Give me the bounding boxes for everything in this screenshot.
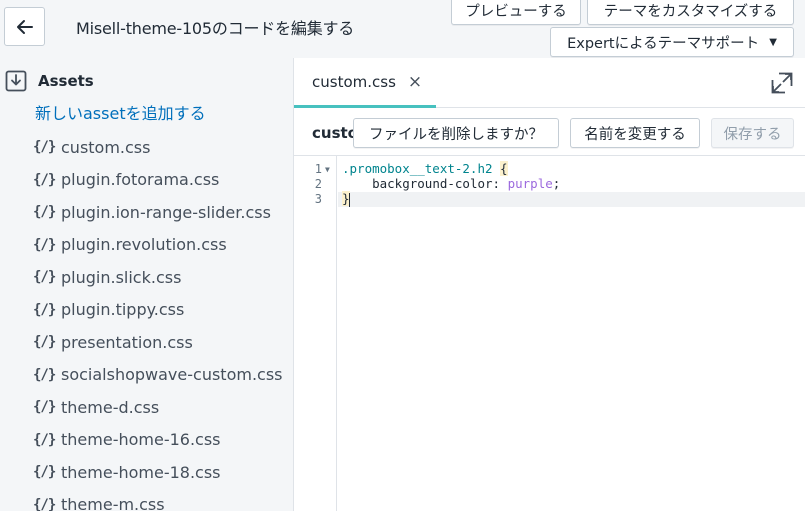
page-title: Misell-theme-105のコードを編集する	[76, 19, 355, 38]
delete-file-button[interactable]: ファイルを削除しますか？	[353, 118, 559, 148]
css-selector: .promobox__text-2.h2	[342, 161, 493, 176]
file-item[interactable]: {/} theme-d.css	[33, 391, 283, 424]
text-cursor	[348, 192, 350, 207]
code-area[interactable]: 1 ▼ 2 3 .promobox__text-2.h2 { backgroun…	[294, 156, 805, 511]
code-file-icon: {/}	[33, 171, 56, 188]
file-item[interactable]: {/} theme-m.css	[33, 489, 283, 511]
file-name: plugin.fotorama.css	[61, 170, 220, 190]
file-item[interactable]: {/} plugin.slick.css	[33, 261, 283, 294]
css-colon: :	[492, 176, 508, 191]
code-file-icon: {/}	[33, 236, 56, 253]
top-header: Misell-theme-105のコードを編集する プレビューする テーマをカス…	[0, 0, 805, 58]
expert-support-label: Expertによるテーマサポート	[567, 35, 760, 52]
code-file-icon: {/}	[33, 139, 56, 156]
back-button[interactable]	[4, 7, 45, 46]
active-line-highlight	[338, 192, 805, 207]
rename-button[interactable]: 名前を変更する	[570, 118, 700, 148]
expert-support-dropdown[interactable]: Expertによるテーマサポート ▼	[550, 27, 794, 57]
line-gutter: 1 ▼ 2 3	[294, 156, 337, 511]
line-number: 2	[314, 177, 322, 191]
editor-tab-bar: custom.css ×	[294, 58, 805, 108]
customize-theme-button[interactable]: テーマをカスタマイズする	[587, 0, 794, 25]
code-file-icon: {/}	[33, 399, 56, 416]
code-editor-panel: custom.css × custom.css ファイルを削除しますか？ 名前を…	[294, 58, 805, 511]
code-file-icon: {/}	[33, 301, 56, 318]
save-button[interactable]: 保存する	[711, 118, 794, 148]
line-number: 1	[314, 162, 322, 176]
assets-folder-header[interactable]: Assets	[5, 70, 94, 92]
editor-toolbar: custom.css ファイルを削除しますか？ 名前を変更する 保存する	[294, 108, 805, 156]
file-item[interactable]: {/} socialshopwave-custom.css	[33, 359, 283, 392]
file-item[interactable]: {/} theme-home-18.css	[33, 456, 283, 489]
file-name: presentation.css	[61, 332, 193, 352]
file-item[interactable]: {/} custom.css	[33, 131, 283, 164]
code-file-icon: {/}	[33, 496, 56, 511]
add-asset-link[interactable]: 新しいassetを追加する	[35, 100, 206, 124]
code-file-icon: {/}	[33, 464, 56, 481]
file-name: plugin.tippy.css	[61, 300, 185, 320]
file-title: custom.css	[312, 124, 358, 142]
file-item[interactable]: {/} plugin.ion-range-slider.css	[33, 196, 283, 229]
folder-download-icon	[5, 70, 27, 92]
close-icon[interactable]: ×	[408, 72, 422, 92]
file-list: {/} custom.css {/} plugin.fotorama.css {/}…	[33, 131, 283, 511]
open-brace: {	[500, 161, 508, 176]
file-name: theme-home-18.css	[61, 462, 221, 482]
file-name: plugin.ion-range-slider.css	[61, 202, 271, 222]
file-name: socialshopwave-custom.css	[61, 365, 283, 385]
assets-folder-title: Assets	[38, 72, 94, 90]
code-line: background-color: purple;	[342, 176, 560, 191]
code-file-icon: {/}	[33, 366, 56, 383]
code-file-icon: {/}	[33, 269, 56, 286]
file-item[interactable]: {/} presentation.css	[33, 326, 283, 359]
code-line: }	[342, 191, 350, 207]
code-file-icon: {/}	[33, 334, 56, 351]
file-name: plugin.revolution.css	[61, 235, 227, 255]
css-property: background-color	[372, 176, 493, 191]
file-sidebar: Assets 新しいassetを追加する {/} custom.css {/} pl…	[0, 58, 294, 511]
fold-arrow-icon[interactable]: ▼	[325, 165, 330, 174]
line-number: 3	[314, 192, 322, 206]
file-item[interactable]: {/} plugin.fotorama.css	[33, 164, 283, 197]
expand-icon[interactable]	[771, 72, 793, 94]
file-name: theme-d.css	[61, 397, 160, 417]
caret-down-icon: ▼	[769, 36, 777, 48]
code-file-icon: {/}	[33, 204, 56, 221]
code-line: .promobox__text-2.h2 {	[342, 161, 508, 176]
file-name: custom.css	[61, 137, 151, 157]
file-name: theme-home-16.css	[61, 430, 221, 450]
css-semicolon: ;	[552, 176, 561, 191]
arrow-left-icon	[16, 19, 33, 34]
tab-custom-css[interactable]: custom.css ×	[294, 58, 436, 108]
preview-button[interactable]: プレビューする	[451, 0, 581, 25]
css-value: purple	[507, 176, 553, 191]
code-file-icon: {/}	[33, 431, 56, 448]
file-name: plugin.slick.css	[61, 267, 182, 287]
file-item[interactable]: {/} plugin.revolution.css	[33, 229, 283, 262]
file-name: theme-m.css	[61, 495, 165, 511]
file-item[interactable]: {/} plugin.tippy.css	[33, 294, 283, 327]
tab-label: custom.css	[312, 72, 396, 91]
file-item[interactable]: {/} theme-home-16.css	[33, 424, 283, 457]
